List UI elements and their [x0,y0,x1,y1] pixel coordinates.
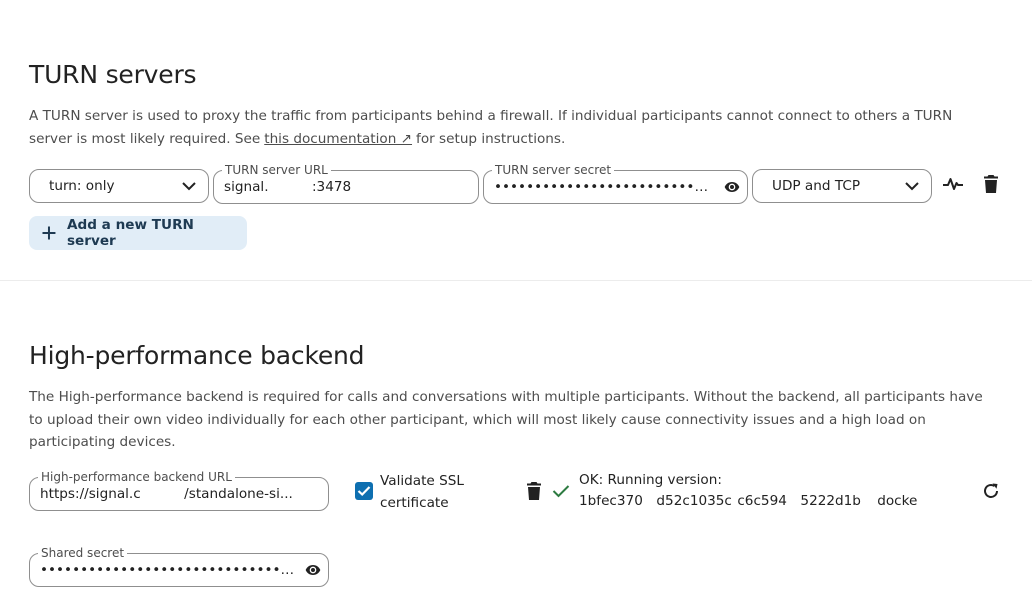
checkmark-icon [357,486,371,497]
test-server-button[interactable] [940,171,966,197]
validate-ssl-label[interactable]: Validate SSL certificate [380,470,490,514]
turn-protocol-value: UDP and TCP [772,178,861,194]
turn-url-value: signal. :3478 [224,179,352,195]
hpb-url-value: https://signal.c /standalone-si... [40,486,293,502]
shared-secret-value: ••••••••••••••••••••••••••••••••••••••••… [40,562,298,578]
backend-status: OK: Running version: 1bfec370 d52c1035c … [579,470,949,508]
turn-url-field[interactable]: TURN server URL signal. :3478 [213,163,479,204]
eye-icon[interactable] [723,179,741,195]
turn-description: A TURN server is used to proxy the traff… [29,105,994,150]
hpb-description: The High-performance backend is required… [29,389,983,450]
turn-scheme-select[interactable]: turn: only [29,169,209,203]
turn-secret-value: ••••••••••••••••••••••••••••••••••... [494,179,716,195]
turn-description-end: for setup instructions. [416,130,566,147]
validate-ssl-checkbox[interactable] [355,482,373,500]
delete-backend-button[interactable] [521,478,547,504]
chevron-down-icon [182,182,196,191]
delete-turn-server-button[interactable] [978,171,1004,197]
turn-secret-field[interactable]: TURN server secret •••••••••••••••••••••… [483,163,748,204]
add-turn-server-label: Add a new TURN server [66,217,194,249]
backend-status-text: OK: Running version: [579,472,722,488]
backend-status-version: 1bfec370 d52c1035c c6c594 5222d1b docke [579,493,918,508]
refresh-status-button[interactable] [978,478,1004,504]
hpb-section-title: High-performance backend [29,341,365,370]
add-turn-server-button[interactable]: Add a new TURN server [29,216,247,250]
trash-icon [527,482,541,500]
hpb-url-field[interactable]: High-performance backend URL https://sig… [29,470,329,511]
turn-section-title: TURN servers [29,60,197,89]
eye-icon[interactable] [304,562,322,578]
chevron-down-icon [905,182,919,191]
turn-protocol-select[interactable]: UDP and TCP [752,169,932,203]
shared-secret-field[interactable]: Shared secret ••••••••••••••••••••••••••… [29,546,329,587]
pulse-icon [943,178,963,190]
plus-icon [42,226,56,240]
refresh-icon [984,483,998,498]
section-divider [0,280,1032,281]
check-icon [552,485,570,498]
trash-icon [984,175,998,193]
documentation-link[interactable]: this documentation ↗ [264,131,412,147]
turn-scheme-value: turn: only [49,178,115,194]
